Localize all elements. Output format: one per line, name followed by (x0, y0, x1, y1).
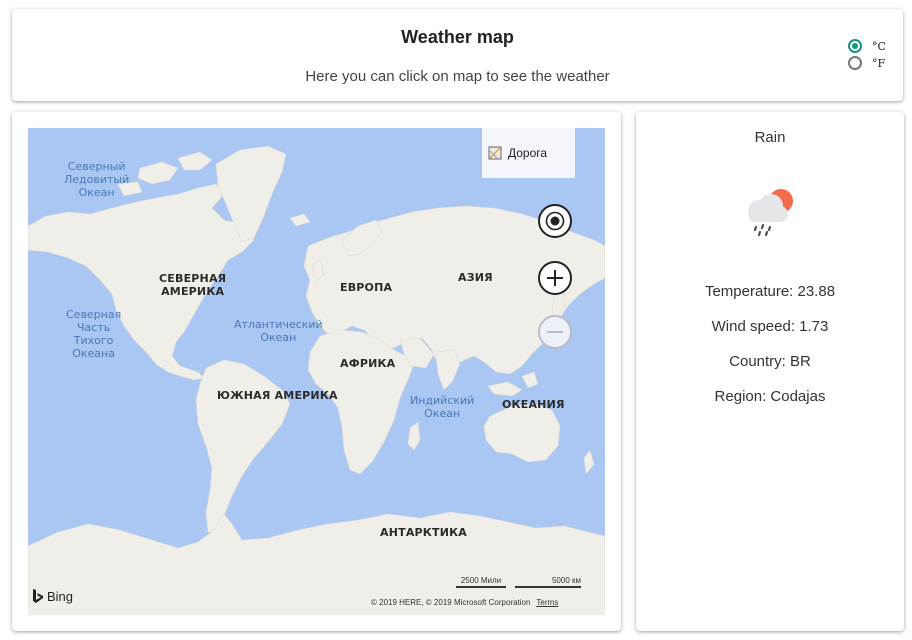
header-card: Weather map Here you can click on map to… (12, 9, 903, 101)
map-layer-label: Дорога (508, 146, 548, 160)
unit-celsius-option[interactable]: °C (848, 39, 886, 53)
ocean-label-north-pacific: Северная Часть Тихого Океана (66, 308, 122, 360)
fahrenheit-radio[interactable] (848, 56, 862, 70)
temperature-text: Temperature: 23.88 (704, 283, 836, 300)
minus-icon (547, 331, 563, 333)
continent-label-africa: АФРИКА (340, 357, 396, 370)
region-text: Region: Codajas (714, 388, 826, 405)
continent-label-oceania: ОКЕАНИЯ (502, 398, 565, 411)
bing-icon (33, 589, 43, 603)
country-text: Country: BR (729, 353, 811, 370)
world-map[interactable]: Северный Ледовитый Океан Северная Часть Тихо… (28, 128, 605, 615)
page-title: Weather map (401, 27, 514, 47)
zoom-out-button[interactable] (538, 315, 572, 349)
ocean-label-indian: Индийский Океан (410, 394, 475, 420)
continent-label-europe: ЕВРОПА (340, 281, 393, 294)
weather-info-card: Rain Temperature: 23.88 Wind speed: 1.73… (636, 112, 904, 631)
map-card: Северный Ледовитый Океан Северная Часть Тихо… (12, 112, 621, 631)
rain-cloud-sun-icon (748, 189, 793, 237)
weather-condition: Rain (754, 129, 786, 146)
zoom-in-button[interactable] (538, 261, 572, 295)
ocean-label-arctic: Северный Ледовитый Океан (64, 160, 130, 199)
map-attribution: © 2019 HERE, © 2019 Microsoft Corporatio… (371, 598, 558, 607)
road-layer-icon (488, 146, 502, 160)
scale-bar-km: 5000 км (515, 576, 581, 588)
unit-fahrenheit-option[interactable]: °F (848, 56, 885, 70)
celsius-label: °C (872, 39, 886, 53)
continent-label-asia: АЗИЯ (458, 271, 493, 284)
bing-label: Bing (47, 588, 74, 604)
scale-bar-miles: 2500 Мили (456, 576, 506, 588)
continent-label-antarctica: АНТАРКТИКА (380, 526, 468, 539)
continent-label-south-america: ЮЖНАЯ АМЕРИКА (217, 389, 338, 402)
map-layer-button[interactable]: Дорога (482, 128, 575, 178)
plus-icon (547, 270, 563, 286)
bing-logo: Bing (32, 588, 73, 604)
world-map-land (28, 145, 605, 615)
page-subtitle: Here you can click on map to see the wea… (305, 68, 610, 85)
ocean-label-atlantic: Атлантический Океан (234, 318, 323, 344)
locate-me-button[interactable] (538, 204, 572, 238)
wind-speed-text: Wind speed: 1.73 (711, 318, 829, 335)
celsius-radio[interactable] (848, 39, 862, 53)
continent-label-north-america: СЕВЕРНАЯ АМЕРИКА (159, 272, 227, 298)
locate-icon (545, 211, 565, 231)
attribution-text: © 2019 HERE, © 2019 Microsoft Corporatio… (371, 598, 531, 607)
terms-link[interactable]: Terms (536, 598, 558, 607)
fahrenheit-label: °F (872, 56, 886, 70)
